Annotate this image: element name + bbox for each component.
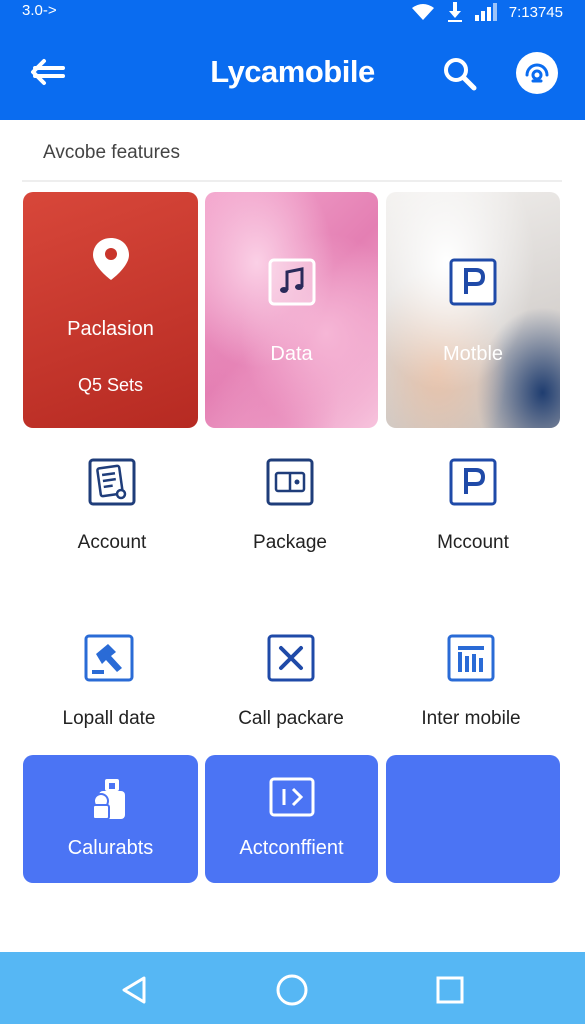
code-icon [269,777,314,817]
navigation-bar [0,952,585,1024]
circle-home-icon [276,974,308,1006]
square-recents-icon [436,976,464,1004]
bottom-tile-calurabts[interactable]: Calurabts [23,755,198,883]
feature-tile-sublabel: Q5 Sets [77,375,144,395]
app-bar: Lycamobile [0,24,585,120]
status-bar: 3.0-> 7:13745 [0,0,585,24]
nav-recents-button[interactable] [430,970,470,1010]
grid-item-inter-mobile[interactable]: Inter mobile [381,634,561,730]
hammer-icon [84,634,134,682]
profile-button[interactable] [516,52,558,94]
app-title: Lycamobile [210,54,375,89]
grid-item-mccount[interactable]: Mccount [383,458,563,554]
feature-tile-data[interactable]: Data [205,192,378,428]
search-icon [444,58,477,91]
feature-tile-label: Paclasion [67,318,154,340]
wifi-icon [411,4,434,20]
grid-item-label: Call packare [238,708,344,729]
grid-item-label: Mccount [437,532,509,553]
feature-tile-paclasion[interactable]: Paclasion Q5 Sets [23,192,198,428]
music-note-icon [268,258,315,306]
status-left-text: 3.0-> [22,2,57,19]
search-button[interactable] [440,54,480,94]
card-icon [266,458,314,506]
signal-icon [474,3,497,21]
download-icon [447,2,462,22]
nav-home-button[interactable] [272,970,312,1010]
grid-item-account[interactable]: Account [22,458,202,554]
parking-icon [449,458,497,506]
feature-tile-label: Motble [442,343,504,365]
bottom-tile-actconffient[interactable]: Actconffient [205,755,378,883]
feature-tile-label: Data [270,343,313,365]
close-box-icon [267,634,315,682]
parking-icon [449,258,497,306]
grid-item-label: Account [77,532,147,553]
section-title: Avcobe features [43,142,180,163]
bar-chart-icon [447,634,495,682]
document-icon [88,458,136,506]
grid-item-call-packare[interactable]: Call packare [201,634,381,730]
bottom-tile-empty[interactable] [386,755,560,883]
triangle-back-icon [122,976,146,1004]
bottom-tile-label: Actconffient [239,837,344,859]
feature-tile-motble[interactable]: Motble [386,192,560,428]
status-time: 7:13745 [508,3,563,21]
nav-back-button[interactable] [114,970,154,1010]
bottom-tile-label: Calurabts [67,837,154,859]
grid-item-lopall-date[interactable]: Lopall date [19,634,199,730]
grid-item-package[interactable]: Package [200,458,380,554]
grid-item-label: Lopall date [62,708,156,729]
status-icons: 7:13745 [411,2,563,22]
location-pin-icon [92,238,129,280]
profile-icon [525,63,549,83]
grid-item-label: Inter mobile [421,708,521,729]
bottle-icon [91,779,125,820]
grid-item-label: Package [253,532,327,553]
section-header: Avcobe features [22,124,562,182]
